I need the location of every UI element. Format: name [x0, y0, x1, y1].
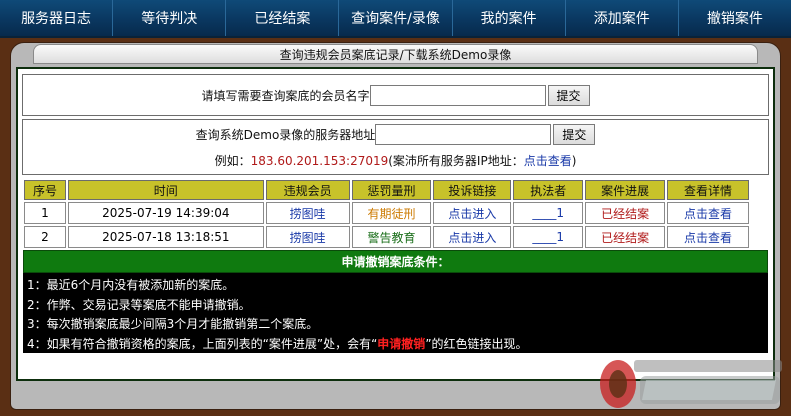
condition-item: 1：最近6个月内没有被添加新的案底。	[27, 278, 235, 292]
condition-4-suffix: ”的红色链接出现。	[425, 336, 528, 351]
table-header-row: 序号 时间 违规会员 惩罚量刑 投诉链接 执法者 案件进展 查看详情	[24, 180, 749, 200]
cell-status: 已经结案	[585, 226, 666, 248]
cell-penalty: 警告教育	[351, 226, 432, 248]
cell-time: 2025-07-18 13:18:51	[67, 226, 264, 248]
header-num: 序号	[24, 180, 66, 200]
nav-query[interactable]: 查询案件/录像	[339, 0, 453, 36]
member-name-input[interactable]	[369, 84, 546, 106]
nav-my-cases[interactable]: 我的案件	[453, 0, 566, 36]
cell-num: 1	[24, 202, 66, 224]
cell-status: 已经结案	[585, 202, 666, 224]
cell-member-link[interactable]: 捞图哇	[265, 226, 350, 248]
example-prefix: 例如：	[214, 154, 251, 168]
panel-border: 请填写需要查询案底的会员名字 提交 查询系统Demo录像的服务器地址 提交 例如…	[16, 67, 775, 381]
table-row: 2 2025-07-18 13:18:51 捞图哇 警告教育 点击进入 ____…	[24, 226, 749, 248]
header-complaint: 投诉链接	[433, 180, 512, 200]
table-row: 1 2025-07-19 14:39:04 捞图哇 有期徒刑 点击进入 ____…	[24, 202, 749, 224]
cell-detail-link[interactable]: 点击查看	[667, 226, 749, 248]
nav-pending[interactable]: 等待判决	[113, 0, 227, 36]
nav-closed[interactable]: 已经结案	[226, 0, 340, 36]
revoke-apply-highlight: 申请撤销	[377, 336, 426, 351]
conditions-list: 1：最近6个月内没有被添加新的案底。 2：作弊、交易记录等案底不能申请撤销。 3…	[23, 273, 768, 353]
server-submit-button[interactable]: 提交	[553, 124, 596, 145]
nav-revoke-case[interactable]: 撤销案件	[679, 0, 791, 36]
panel-content: 请填写需要查询案底的会员名字 提交 查询系统Demo录像的服务器地址 提交 例如…	[18, 69, 773, 379]
cell-detail-link[interactable]: 点击查看	[667, 202, 749, 224]
header-enforcer: 执法者	[513, 180, 584, 200]
cell-enforcer-link[interactable]: ____1	[513, 202, 584, 224]
example-ip: 183.60.201.153:27019	[250, 153, 389, 168]
member-submit-button[interactable]: 提交	[547, 84, 590, 106]
header-member: 违规会员	[265, 180, 350, 200]
cell-num: 2	[24, 226, 66, 248]
header-status: 案件进展	[585, 180, 666, 200]
header-time: 时间	[67, 180, 264, 200]
cell-penalty: 有期徒刑	[351, 202, 432, 224]
top-nav: 服务器日志 等待判决 已经结案 查询案件/录像 我的案件 添加案件 撤销案件	[0, 0, 791, 38]
cell-member-link[interactable]: 捞图哇	[265, 202, 350, 224]
server-example: 例如： 183.60.201.153:27019 (案沛所有服务器IP地址： 点…	[23, 152, 768, 169]
server-query-label: 查询系统Demo录像的服务器地址	[195, 128, 376, 142]
condition-4-prefix: 4：如果有符合撤销资格的案底，上面列表的“案件进展”处，会有“	[27, 336, 378, 351]
cell-enforcer-link[interactable]: ____1	[513, 226, 584, 248]
header-detail: 查看详情	[667, 180, 749, 200]
header-penalty: 惩罚量刑	[351, 180, 432, 200]
server-query-box: 查询系统Demo录像的服务器地址 提交 例如： 183.60.201.153:2…	[22, 119, 769, 175]
member-query-label: 请填写需要查询案底的会员名字	[201, 88, 370, 103]
example-suffix: )	[571, 153, 577, 168]
case-table: 序号 时间 违规会员 惩罚量刑 投诉链接 执法者 案件进展 查看详情 1 202…	[22, 178, 751, 250]
watermark-logo	[600, 360, 782, 408]
server-address-input[interactable]	[375, 124, 552, 145]
conditions-title: 申请撤销案底条件：	[23, 250, 768, 273]
server-list-link[interactable]: 点击查看	[524, 152, 572, 169]
nav-server-log[interactable]: 服务器日志	[0, 0, 114, 36]
condition-item: 3：每次撤销案底最少间隔3个月才能撤销第二个案底。	[27, 317, 319, 331]
example-mid: (案沛所有服务器IP地址：	[388, 154, 524, 168]
panel-title: 查询违规会员案底记录/下载系统Demo录像	[33, 44, 758, 64]
cell-complaint-link[interactable]: 点击进入	[433, 226, 512, 248]
cell-time: 2025-07-19 14:39:04	[67, 202, 264, 224]
member-query-box: 请填写需要查询案底的会员名字 提交	[22, 74, 769, 116]
condition-item: 2：作弊、交易记录等案底不能申请撤销。	[27, 297, 251, 312]
nav-add-case[interactable]: 添加案件	[566, 0, 679, 36]
cell-complaint-link[interactable]: 点击进入	[433, 202, 512, 224]
